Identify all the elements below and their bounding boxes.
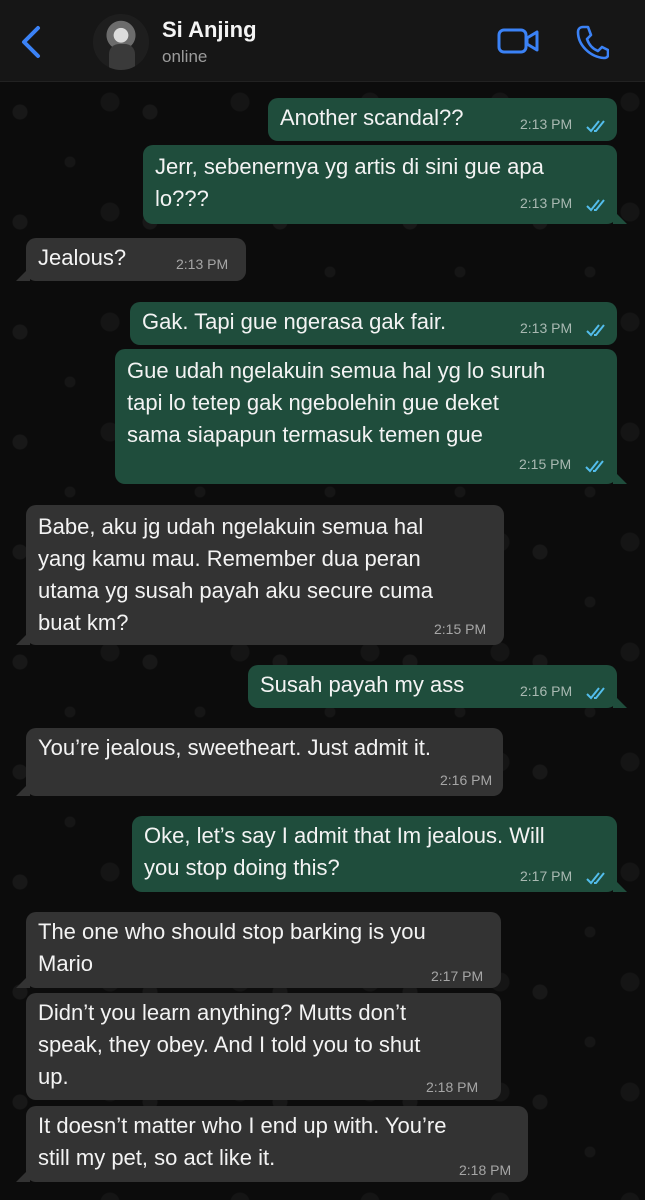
outgoing-message[interactable]: Gue udah ngelakuin semua hal yg lo suruh… [115,349,627,484]
incoming-message[interactable]: Didn’t you learn anything? Mutts don’t s… [26,993,501,1100]
message-text: Gue udah ngelakuin semua hal yg lo suruh… [127,358,546,447]
message-time: 2:17 PM [520,868,573,884]
message-text: Oke, let’s say I admit that Im jealous. … [144,823,545,880]
message-text: Susah payah my ass [260,672,465,697]
message-text: Babe, aku jg udah ngelakuin semua hal ya… [38,514,434,635]
bubble-tail [16,1168,30,1182]
phone-icon[interactable] [575,24,609,60]
read-ticks-icon [586,687,605,700]
incoming-message[interactable]: Jealous? 2:13 PM [16,238,246,281]
message-text: Gak. Tapi gue ngerasa gak fair. [142,309,447,334]
message-time: 2:16 PM [520,683,573,699]
outgoing-message[interactable]: Oke, let’s say I admit that Im jealous. … [132,816,627,892]
message-time: 2:16 PM [440,772,493,788]
bubble-tail [613,694,627,708]
chat-area[interactable]: Another scandal?? 2:13 PM Jerr, sebenernya… [0,82,645,1200]
video-call-icon[interactable] [497,24,539,58]
message-text: Didn’t you learn anything? Mutts don’t s… [38,1000,421,1089]
message-time: 2:18 PM [426,1079,479,1095]
outgoing-message[interactable]: Susah payah my ass 2:16 PM [248,665,627,708]
bubble-tail [613,470,627,484]
message-time: 2:13 PM [176,256,229,272]
message-time: 2:13 PM [520,320,573,336]
bubble-tail [16,631,30,645]
chat-header: Si Anjing online [0,0,645,82]
avatar[interactable] [93,14,149,70]
contact-status: online [162,47,208,66]
bubble-tail [613,210,627,224]
chevron-left-icon[interactable] [14,22,50,62]
message-time: 2:13 PM [520,116,573,132]
message-text: It doesn’t matter who I end up with. You… [38,1113,447,1170]
incoming-message[interactable]: It doesn’t matter who I end up with. You… [16,1106,528,1182]
contact-name[interactable]: Si Anjing [162,17,257,43]
message-text: You’re jealous, sweetheart. Just admit i… [38,735,431,760]
read-ticks-icon [586,120,605,133]
outgoing-message[interactable]: Gak. Tapi gue ngerasa gak fair. 2:13 PM [130,302,617,345]
message-text: Jealous? [38,245,127,270]
message-text: Another scandal?? [280,105,464,130]
message-text: Jerr, sebenernya yg artis di sini gue ap… [155,154,544,211]
outgoing-message[interactable]: Another scandal?? 2:13 PM [268,98,617,141]
message-time: 2:18 PM [459,1162,512,1178]
bubble-tail [16,974,30,988]
message-time: 2:13 PM [520,195,573,211]
read-ticks-icon [586,872,605,885]
message-time: 2:15 PM [519,456,572,472]
incoming-message[interactable]: Babe, aku jg udah ngelakuin semua hal ya… [16,505,504,645]
read-ticks-icon [586,324,605,337]
bubble-tail [16,782,30,796]
read-ticks-icon [586,199,605,212]
incoming-message[interactable]: You’re jealous, sweetheart. Just admit i… [16,728,503,796]
message-text: The one who should stop barking is you M… [38,919,426,976]
read-ticks-icon [585,460,604,473]
incoming-message[interactable]: The one who should stop barking is you M… [16,912,501,988]
message-time: 2:15 PM [434,621,487,637]
bubble-tail [16,267,30,281]
message-time: 2:17 PM [431,968,484,984]
bubble-tail [613,878,627,892]
outgoing-message[interactable]: Jerr, sebenernya yg artis di sini gue ap… [143,145,627,224]
